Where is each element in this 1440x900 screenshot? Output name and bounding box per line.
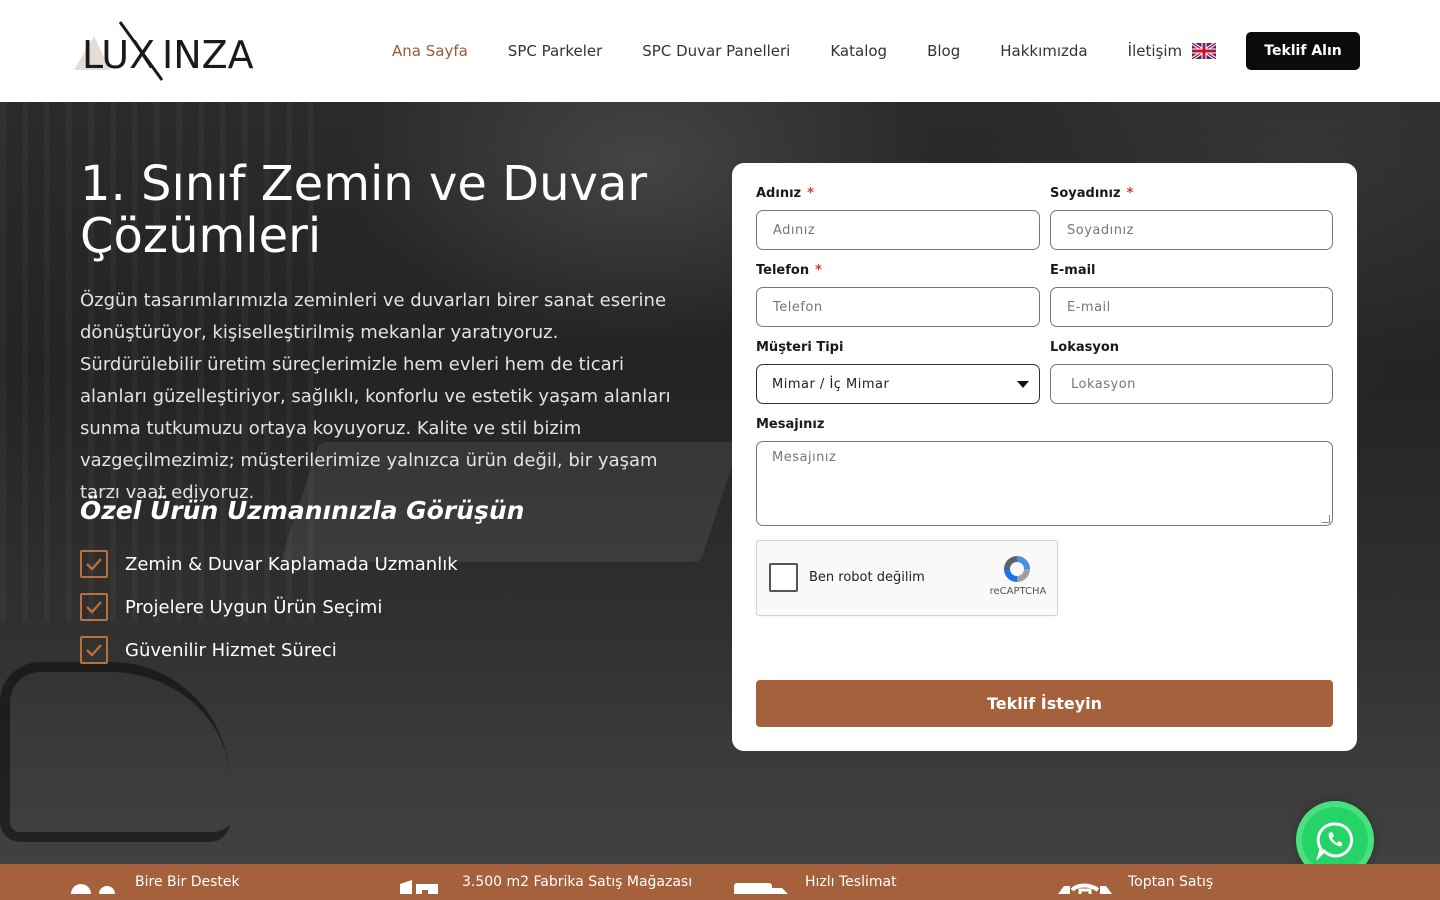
required-mark: *: [807, 186, 814, 201]
recaptcha-logo-icon: [1001, 553, 1033, 585]
first-name-label-text: Adınız: [756, 186, 802, 201]
location-input[interactable]: Lokasyon: [1050, 364, 1333, 404]
hero-section: 1. Sınıf Zemin ve Duvar Çözümleri Özgün …: [0, 102, 1440, 864]
feature-item: Zemin & Duvar Kaplamada Uzmanlık: [80, 550, 458, 578]
hero-title: 1. Sınıf Zemin ve Duvar Çözümleri: [80, 156, 648, 264]
checkmark-icon: [80, 593, 108, 621]
customer-type-select[interactable]: Mimar / İç Mimar: [756, 364, 1040, 404]
first-name-label: Adınız *: [756, 186, 814, 201]
luxinza-logo[interactable]: LUX INZA: [74, 18, 254, 84]
bar-item-factory: 3.500 m2 Fabrika Satış Mağazası: [398, 864, 692, 900]
whatsapp-icon: [1316, 822, 1354, 860]
message-placeholder: Mesajınız: [772, 450, 837, 465]
customer-type-label: Müşteri Tipi: [756, 340, 844, 355]
quote-form: Adınız * Adınız Soyadınız * Soyadınız Tele…: [732, 163, 1357, 751]
nav-item-spc-parkeler[interactable]: SPC Parkeler: [508, 42, 602, 60]
message-label: Mesajınız: [756, 417, 825, 432]
hero-description: Özgün tasarımlarımızla zeminleri ve duva…: [80, 290, 671, 503]
customer-type-value: Mimar / İç Mimar: [772, 376, 890, 392]
main-nav: Ana Sayfa SPC Parkeler SPC Duvar Panelle…: [392, 0, 1222, 102]
phone-label-text: Telefon: [756, 263, 810, 278]
feature-item: Projelere Uygun Ürün Seçimi: [80, 593, 458, 621]
message-textarea[interactable]: Mesajınız: [756, 441, 1333, 526]
recaptcha-label: Ben robot değilim: [809, 570, 925, 585]
email-label: E-mail: [1050, 263, 1096, 278]
phone-input[interactable]: Telefon: [756, 287, 1040, 327]
nav-item-ana-sayfa[interactable]: Ana Sayfa: [392, 42, 468, 60]
checkmark-icon: [80, 636, 108, 664]
bar-item-label: Bire Bir Destek: [135, 874, 240, 890]
last-name-label: Soyadınız *: [1050, 186, 1133, 201]
checkmark-icon: [80, 550, 108, 578]
truck-icon: [734, 883, 788, 894]
location-label: Lokasyon: [1050, 340, 1120, 355]
handshake-icon: [1058, 883, 1112, 894]
nav-item-blog[interactable]: Blog: [927, 42, 960, 60]
feature-label: Projelere Uygun Ürün Seçimi: [125, 596, 383, 618]
nav-item-iletisim[interactable]: İletişim: [1128, 42, 1182, 60]
features-bar: Bire Bir Destek 3.500 m2 Fabrika Satış M…: [0, 864, 1440, 900]
phone-label: Telefon *: [756, 263, 822, 278]
feature-list: Zemin & Duvar Kaplamada Uzmanlık Projele…: [80, 550, 458, 679]
request-quote-button[interactable]: Teklif İsteyin: [756, 680, 1333, 727]
nav-item-spc-duvar-panelleri[interactable]: SPC Duvar Panelleri: [642, 42, 790, 60]
recaptcha-widget: Ben robot değilim reCAPTCHA: [756, 540, 1058, 616]
hero-subtitle: Özel Ürün Uzmanınızla Görüşün: [80, 496, 525, 525]
bar-item-wholesale: Toptan Satış: [1056, 864, 1213, 900]
first-name-input[interactable]: Adınız: [756, 210, 1040, 250]
email-input[interactable]: E-mail: [1050, 287, 1333, 327]
bar-item-label: Hızlı Teslimat: [805, 874, 897, 890]
building-icon: [400, 880, 438, 894]
uk-flag-icon[interactable]: [1191, 41, 1217, 61]
recaptcha-checkbox[interactable]: [769, 563, 798, 592]
nav-item-katalog[interactable]: Katalog: [830, 42, 887, 60]
feature-label: Zemin & Duvar Kaplamada Uzmanlık: [125, 553, 458, 575]
feature-label: Güvenilir Hizmet Süreci: [125, 639, 337, 661]
resize-handle-icon[interactable]: [1322, 515, 1330, 523]
logo-text-right: INZA: [162, 33, 254, 77]
required-mark: *: [815, 263, 822, 278]
bar-item-support: Bire Bir Destek: [70, 864, 240, 900]
last-name-input[interactable]: Soyadınız: [1050, 210, 1333, 250]
support-icon: [71, 884, 115, 894]
feature-item: Güvenilir Hizmet Süreci: [80, 636, 458, 664]
required-mark: *: [1126, 186, 1134, 201]
chevron-down-icon: [1017, 381, 1029, 388]
last-name-label-text: Soyadınız: [1050, 186, 1121, 201]
recaptcha-brand: reCAPTCHA: [989, 586, 1047, 597]
bar-item-delivery: Hızlı Teslimat: [734, 864, 897, 900]
site-header: LUX INZA Ana Sayfa SPC Parkeler SPC Duva…: [0, 0, 1440, 102]
nav-item-hakkimizda[interactable]: Hakkımızda: [1000, 42, 1087, 60]
bar-item-label: 3.500 m2 Fabrika Satış Mağazası: [462, 874, 693, 890]
bar-item-label: Toptan Satış: [1128, 874, 1214, 890]
get-quote-button[interactable]: Teklif Alın: [1246, 32, 1360, 70]
